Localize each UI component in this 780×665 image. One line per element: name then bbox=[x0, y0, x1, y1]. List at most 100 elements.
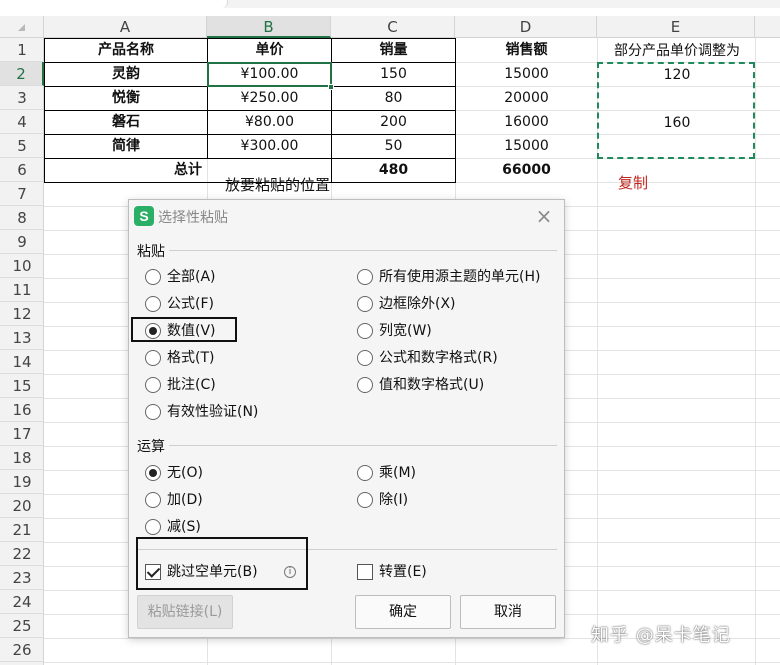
row-header-14[interactable]: 14 bbox=[0, 350, 44, 374]
checkbox-icon[interactable] bbox=[357, 564, 373, 580]
row-header-8[interactable]: 8 bbox=[0, 206, 44, 230]
radio-icon[interactable] bbox=[357, 377, 373, 393]
paste-option-all[interactable]: 全部(A) bbox=[145, 267, 345, 287]
table-cell[interactable]: 200 bbox=[332, 111, 455, 135]
row-header-2[interactable]: 2 bbox=[0, 62, 44, 86]
header-unit-price[interactable]: 单价 bbox=[208, 39, 331, 63]
operation-add[interactable]: 加(D) bbox=[145, 490, 345, 510]
active-cell-b2[interactable] bbox=[207, 62, 332, 87]
transpose-checkbox[interactable]: 转置(E) bbox=[357, 562, 507, 582]
table-cell[interactable]: ¥250.00 bbox=[208, 87, 331, 111]
row-header-23[interactable]: 23 bbox=[0, 566, 44, 590]
column-header-e[interactable]: E bbox=[597, 16, 755, 38]
header-quantity[interactable]: 销量 bbox=[332, 39, 455, 63]
table-cell[interactable]: 悦衡 bbox=[45, 87, 207, 111]
row-header-3[interactable]: 3 bbox=[0, 86, 44, 110]
price-adjust-label[interactable]: 部分产品单价调整为 bbox=[598, 40, 756, 62]
fill-handle[interactable] bbox=[328, 84, 334, 90]
paste-link-button[interactable]: 粘贴链接(L) bbox=[137, 595, 233, 629]
radio-icon[interactable] bbox=[145, 519, 161, 535]
paste-option-formulas-number-formats[interactable]: 公式和数字格式(R) bbox=[357, 348, 562, 368]
close-icon[interactable]: × bbox=[533, 205, 555, 227]
row-header-26[interactable]: 26 bbox=[0, 638, 44, 662]
cancel-button[interactable]: 取消 bbox=[460, 595, 556, 629]
table-cell[interactable]: 50 bbox=[332, 135, 455, 159]
radio-icon[interactable] bbox=[145, 269, 161, 285]
radio-icon[interactable] bbox=[357, 492, 373, 508]
radio-icon[interactable] bbox=[357, 296, 373, 312]
paste-option-validation[interactable]: 有效性验证(N) bbox=[145, 402, 345, 422]
row-header-10[interactable]: 10 bbox=[0, 254, 44, 278]
header-product-name[interactable]: 产品名称 bbox=[45, 39, 207, 63]
table-cell[interactable]: 15000 bbox=[456, 63, 597, 87]
paste-option-formulas[interactable]: 公式(F) bbox=[145, 294, 345, 314]
table-cell[interactable]: 磐石 bbox=[45, 111, 207, 135]
table-cell[interactable]: 80 bbox=[332, 87, 455, 111]
column-header-d[interactable]: D bbox=[455, 16, 597, 38]
radio-icon[interactable] bbox=[145, 404, 161, 420]
operation-subtract[interactable]: 减(S) bbox=[145, 517, 345, 537]
radio-icon[interactable] bbox=[145, 296, 161, 312]
select-all-triangle-icon bbox=[18, 24, 25, 31]
column-header-c[interactable]: C bbox=[331, 16, 455, 38]
row-header-17[interactable]: 17 bbox=[0, 422, 44, 446]
row-header-24[interactable]: 24 bbox=[0, 590, 44, 614]
row-header-22[interactable]: 22 bbox=[0, 542, 44, 566]
values-highlight-box bbox=[131, 317, 237, 342]
operation-multiply[interactable]: 乘(M) bbox=[357, 463, 557, 483]
radio-icon[interactable] bbox=[357, 269, 373, 285]
ok-button[interactable]: 确定 bbox=[355, 595, 451, 629]
table-cell[interactable]: 20000 bbox=[456, 87, 597, 111]
dialog-title-bar[interactable]: S 选择性粘贴 × bbox=[129, 200, 564, 232]
radio-icon[interactable] bbox=[357, 350, 373, 366]
row-header-4[interactable]: 4 bbox=[0, 110, 44, 134]
radio-icon[interactable] bbox=[145, 492, 161, 508]
row-header-12[interactable]: 12 bbox=[0, 302, 44, 326]
table-cell[interactable]: ¥80.00 bbox=[208, 111, 331, 135]
total-quantity[interactable]: 480 bbox=[332, 159, 455, 183]
paste-option-column-widths[interactable]: 列宽(W) bbox=[357, 321, 562, 341]
operation-none[interactable]: 无(O) bbox=[145, 463, 345, 483]
paste-option-formats[interactable]: 格式(T) bbox=[145, 348, 345, 368]
radio-selected-icon[interactable] bbox=[145, 465, 161, 481]
table-cell[interactable]: 16000 bbox=[456, 111, 597, 135]
radio-icon[interactable] bbox=[357, 465, 373, 481]
radio-icon[interactable] bbox=[145, 350, 161, 366]
row-header-25[interactable]: 25 bbox=[0, 614, 44, 638]
row-header-20[interactable]: 20 bbox=[0, 494, 44, 518]
row-header-13[interactable]: 13 bbox=[0, 326, 44, 350]
active-sheet-tab[interactable] bbox=[0, 0, 228, 8]
row-header-15[interactable]: 15 bbox=[0, 374, 44, 398]
row-header-9[interactable]: 9 bbox=[0, 230, 44, 254]
row-header-7[interactable]: 7 bbox=[0, 182, 44, 206]
table-cell[interactable]: ¥300.00 bbox=[208, 135, 331, 159]
table-cell[interactable]: 15000 bbox=[456, 135, 597, 159]
radio-icon[interactable] bbox=[357, 323, 373, 339]
row-header-21[interactable]: 21 bbox=[0, 518, 44, 542]
row-header-19[interactable]: 19 bbox=[0, 470, 44, 494]
radio-icon[interactable] bbox=[145, 377, 161, 393]
skip-blanks-highlight-box bbox=[136, 537, 308, 590]
row-header-5[interactable]: 5 bbox=[0, 134, 44, 158]
table-cell[interactable]: 灵韵 bbox=[45, 63, 207, 87]
paste-option-source-theme[interactable]: 所有使用源主题的单元(H) bbox=[357, 267, 562, 287]
section-divider bbox=[169, 445, 557, 446]
table-cell[interactable]: 简律 bbox=[45, 135, 207, 159]
paste-option-values-number-formats[interactable]: 值和数字格式(U) bbox=[357, 375, 562, 395]
table-cell[interactable]: 150 bbox=[332, 63, 455, 87]
row-header-1[interactable]: 1 bbox=[0, 38, 44, 62]
total-sales[interactable]: 66000 bbox=[456, 159, 597, 183]
column-header-b[interactable]: B bbox=[207, 16, 331, 38]
row-header-11[interactable]: 11 bbox=[0, 278, 44, 302]
column-header-a[interactable]: A bbox=[44, 16, 207, 38]
dialog-title: 选择性粘贴 bbox=[158, 210, 228, 226]
header-sales[interactable]: 销售额 bbox=[456, 39, 597, 63]
row-header-6[interactable]: 6 bbox=[0, 158, 44, 182]
row-header-18[interactable]: 18 bbox=[0, 446, 44, 470]
paste-option-comments[interactable]: 批注(C) bbox=[145, 375, 345, 395]
paste-section-label: 粘贴 bbox=[137, 244, 165, 260]
section-divider bbox=[169, 250, 557, 251]
row-header-16[interactable]: 16 bbox=[0, 398, 44, 422]
operation-divide[interactable]: 除(I) bbox=[357, 490, 557, 510]
paste-option-no-borders[interactable]: 边框除外(X) bbox=[357, 294, 562, 314]
